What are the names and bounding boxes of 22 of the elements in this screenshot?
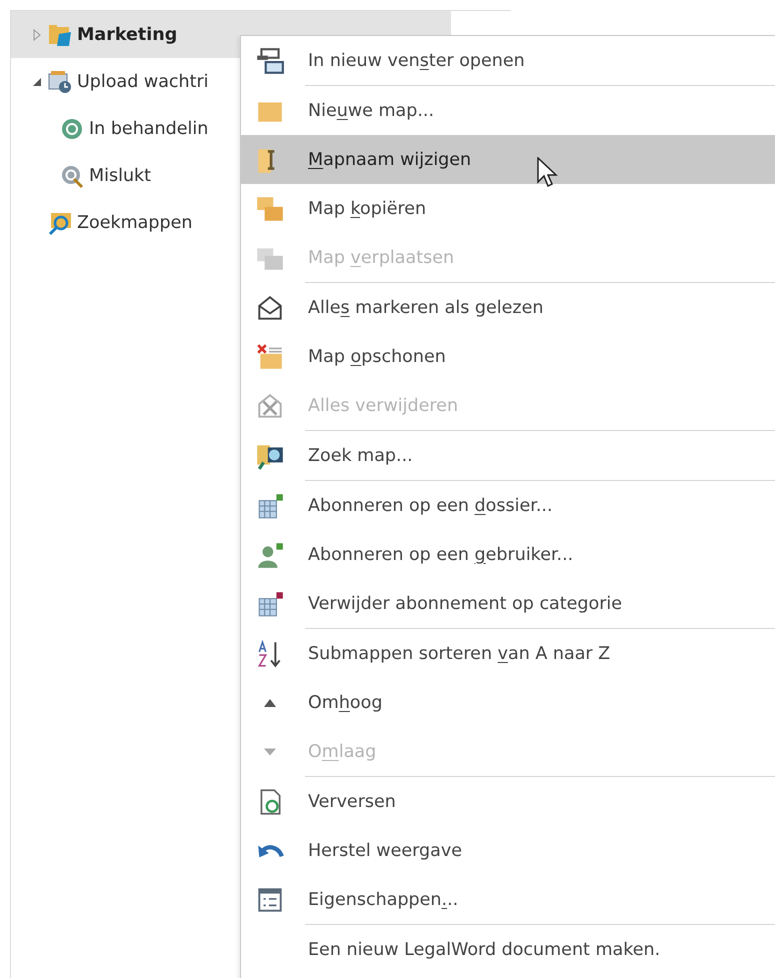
menu-item[interactable]: Zoek map... [241,431,775,480]
menu-item[interactable]: Een nieuw LegalWord document maken. [241,925,775,974]
collapse-arrow-icon[interactable] [31,76,43,88]
menu-item[interactable]: Map opschonen [241,332,775,381]
triangle-down-icon [264,748,276,756]
menu-item[interactable]: Verversen [241,777,775,826]
envelope-delete-icon [255,342,285,372]
menu-item[interactable]: Omhoog [241,678,775,727]
menu-item[interactable]: Verwijder abonnement op categorie [241,579,775,628]
menu-item[interactable]: Abonneren op een gebruiker... [241,530,775,579]
menu-item[interactable]: Herstel weergave [241,826,775,875]
menu-item[interactable]: Abonneren op een dossier... [241,481,775,530]
windows-icon [255,46,285,76]
menu-item[interactable]: Map kopiëren [241,184,775,233]
triangle-up-icon [264,698,276,706]
menu-item[interactable]: Nieuwe map... [241,86,775,135]
menu-item[interactable]: Mapnaam wijzigen [241,135,775,184]
menu-item[interactable]: Submappen sorteren van A naar Z [241,629,775,678]
menu-item[interactable]: Eigenschappen... [241,875,775,924]
folder-clock-icon [47,68,73,94]
mouse-pointer-icon [537,157,559,189]
menu-item[interactable]: Alles markeren als gelezen [241,283,775,332]
